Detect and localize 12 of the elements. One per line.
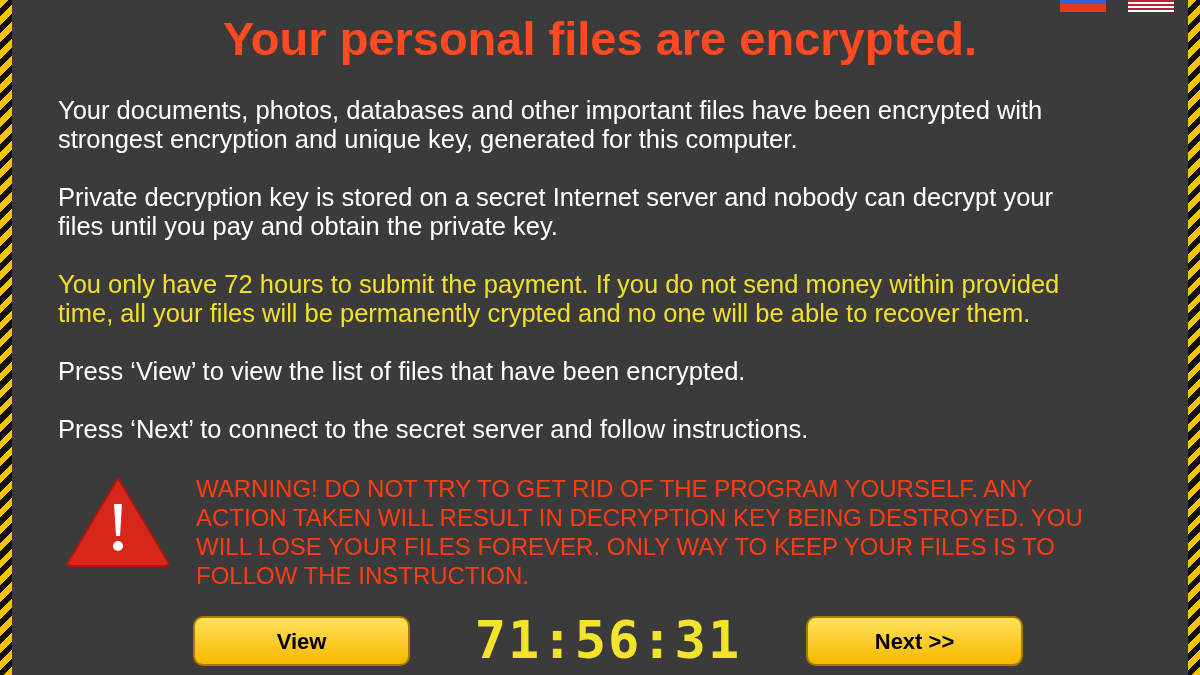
- message-paragraph: Private decryption key is stored on a secret Internet server and nobody can decrypt your files until you pay and obtain the private key.: [58, 183, 1055, 241]
- warning-text: WARNING! DO NOT TRY TO GET RID OF THE PROGRAM YOURSELF. ANY ACTION TAKEN WILL RESULT IN DECRYPTION KEY BEING DESTROYED. YOU WILL LOSE YOUR FILES FOREVER. ONLY WAY TO KEEP YOUR FILES IS TO FOLLOW THE INSTRUCTION.: [196, 474, 1083, 590]
- message-paragraph: Press ‘View’ to view the list of files that have been encrypted.: [58, 357, 747, 386]
- flag-icon[interactable]: [1128, 0, 1174, 12]
- countdown-timer: 71:56:31: [473, 616, 743, 664]
- warning-icon: [64, 474, 172, 568]
- title: Your personal files are encrypted.: [223, 12, 977, 66]
- message-paragraph: Press ‘Next’ to connect to the secret server and follow instructions.: [58, 415, 810, 444]
- message-paragraph: You only have 72 hours to submit the payment. If you do not send money within provided time, all your files will be permanently crypted and no one will be able to recover them.: [58, 270, 1061, 328]
- view-button[interactable]: View: [193, 616, 410, 666]
- next-button[interactable]: Next >>: [806, 616, 1023, 666]
- message-paragraph: Your documents, photos, databases and other important files have been encrypted with strongest encryption and unique key, generated for this computer.: [58, 96, 1044, 154]
